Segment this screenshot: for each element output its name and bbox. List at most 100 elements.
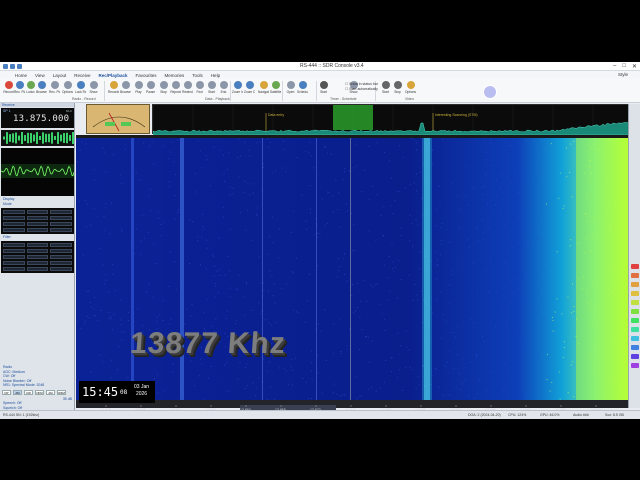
tab-memories[interactable]: Memories [165,73,185,78]
filter-button[interactable] [50,255,72,259]
tab-receive[interactable]: Receive [74,73,90,78]
mode-button[interactable] [27,216,49,220]
tab-layout[interactable]: Layout [53,73,67,78]
ribbon-button-icon [320,81,328,89]
ribbon-button[interactable]: Rewind [182,81,193,101]
ribbon-button[interactable]: Browse [36,81,47,101]
mode-button[interactable] [50,216,72,220]
right-toolbar [628,104,640,408]
filter-button[interactable] [50,267,72,271]
ribbon-button[interactable]: Zoom Out [244,81,255,101]
filter-button[interactable] [50,261,72,265]
ribbon-button[interactable]: Lockx [25,81,36,101]
ribbon-button[interactable]: Start [380,81,391,101]
demod-button[interactable]: CW [24,390,33,395]
maximize-icon[interactable]: □ [622,63,626,70]
filter-button[interactable] [3,243,25,247]
ribbon-button-icon [135,81,143,89]
filter-button[interactable] [3,249,25,253]
ribbon-button[interactable]: Stop [158,81,169,101]
ribbon-button[interactable]: Zoom In [232,81,243,101]
spectrum-trace: Data entry Interesting Scanning (STM) [153,105,629,135]
colour-chip[interactable] [631,345,639,350]
tab-view[interactable]: View [35,73,45,78]
ribbon-button[interactable]: Rec. Play [49,81,60,101]
mode-button[interactable] [50,222,72,226]
mode-button[interactable] [3,222,25,226]
tab-tools[interactable]: Tools [192,73,203,78]
save-icon[interactable] [3,64,8,69]
frequency-display[interactable]: SP 1 13.875.000 MHz [1,108,74,128]
filter-button[interactable] [27,267,49,271]
ribbon-button[interactable]: Schedule [297,81,308,101]
section-filter[interactable]: Filter [0,235,75,240]
ribbon-button[interactable]: Recorded [108,81,119,101]
schedule-checkbox[interactable]: ☐ Start automatically [345,87,378,92]
demod-button[interactable]: WFM [57,390,66,395]
tab-rec-playback[interactable]: Rec/Playback [98,73,127,78]
colour-chip[interactable] [631,363,639,368]
ribbon-button[interactable]: Fwd [194,81,205,101]
ribbon-button[interactable]: Navigation [258,81,269,101]
colour-chip[interactable] [631,300,639,305]
filter-button[interactable] [27,255,49,259]
panel-header: Receive [0,103,74,107]
demod-button[interactable]: DP [2,390,11,395]
mode-button[interactable] [27,228,49,232]
colour-chip[interactable] [631,354,639,359]
demod-button[interactable]: NFM [35,390,44,395]
colour-chip[interactable] [631,264,639,269]
undo-icon[interactable] [10,64,15,69]
filter-button[interactable] [3,261,25,265]
tab-help[interactable]: Help [211,73,220,78]
filter-button[interactable] [3,267,25,271]
mode-button[interactable] [3,228,25,232]
ribbon-button[interactable]: Repeat [170,81,181,101]
filter-button[interactable] [3,255,25,259]
ribbon-button[interactable]: Stop [392,81,403,101]
ribbon-button[interactable]: Pause [145,81,156,101]
ribbon-button-label: Repeat [170,90,181,94]
mode-button[interactable] [50,228,72,232]
filter-button[interactable] [27,243,49,247]
ribbon-button[interactable]: Record [3,81,14,101]
mode-button[interactable] [50,210,72,214]
colour-chip[interactable] [631,282,639,287]
filter-button[interactable] [50,249,72,253]
close-icon[interactable]: ✕ [632,63,637,70]
ribbon-button[interactable]: Rec. Play [14,81,25,101]
colour-chip[interactable] [631,291,639,296]
demod-button[interactable]: AM [46,390,55,395]
colour-chip[interactable] [631,309,639,314]
tab-favourites[interactable]: Favourites [136,73,157,78]
spectrum-display[interactable]: Data entry Interesting Scanning (STM) [152,104,628,134]
mode-button[interactable] [3,216,25,220]
colour-chip[interactable] [631,336,639,341]
colour-chip[interactable] [631,273,639,278]
section-mode[interactable]: Mode [0,202,75,207]
frequency-readout[interactable]: 13.875.000 [13,114,69,124]
redo-icon[interactable] [17,64,22,69]
nr-setting[interactable]: NR1: Spectral Mode: 2048 [0,383,75,388]
filter-button[interactable] [27,249,49,253]
ribbon-button[interactable]: Browse [120,81,131,101]
colour-chip[interactable] [631,327,639,332]
ribbon-button[interactable]: Open [285,81,296,101]
filter-button[interactable] [50,243,72,247]
ribbon-button-icon [299,81,307,89]
style-menu[interactable]: Style [618,72,628,77]
demod-button-selected[interactable]: AM [13,390,22,395]
ribbon-button[interactable]: Start [318,81,329,101]
filter-button[interactable] [27,261,49,265]
mode-button[interactable] [3,210,25,214]
colour-chip[interactable] [631,318,639,323]
frequency-scale[interactable]: 13.84013.84513.85013.85513.86013.86513.8… [76,400,628,408]
tab-home[interactable]: Home [15,73,27,78]
ribbon-button[interactable]: Play [133,81,144,101]
ribbon-button[interactable]: Satellite Editor [270,81,281,101]
minimize-icon[interactable]: – [613,63,616,70]
ribbon-group-label-radio: Radio - Record [72,97,96,101]
mode-button[interactable] [27,222,49,226]
mode-button[interactable] [27,210,49,214]
schedule-checkboxes[interactable]: ☐ Show in status bar ☐ Start automaticall… [345,82,378,92]
